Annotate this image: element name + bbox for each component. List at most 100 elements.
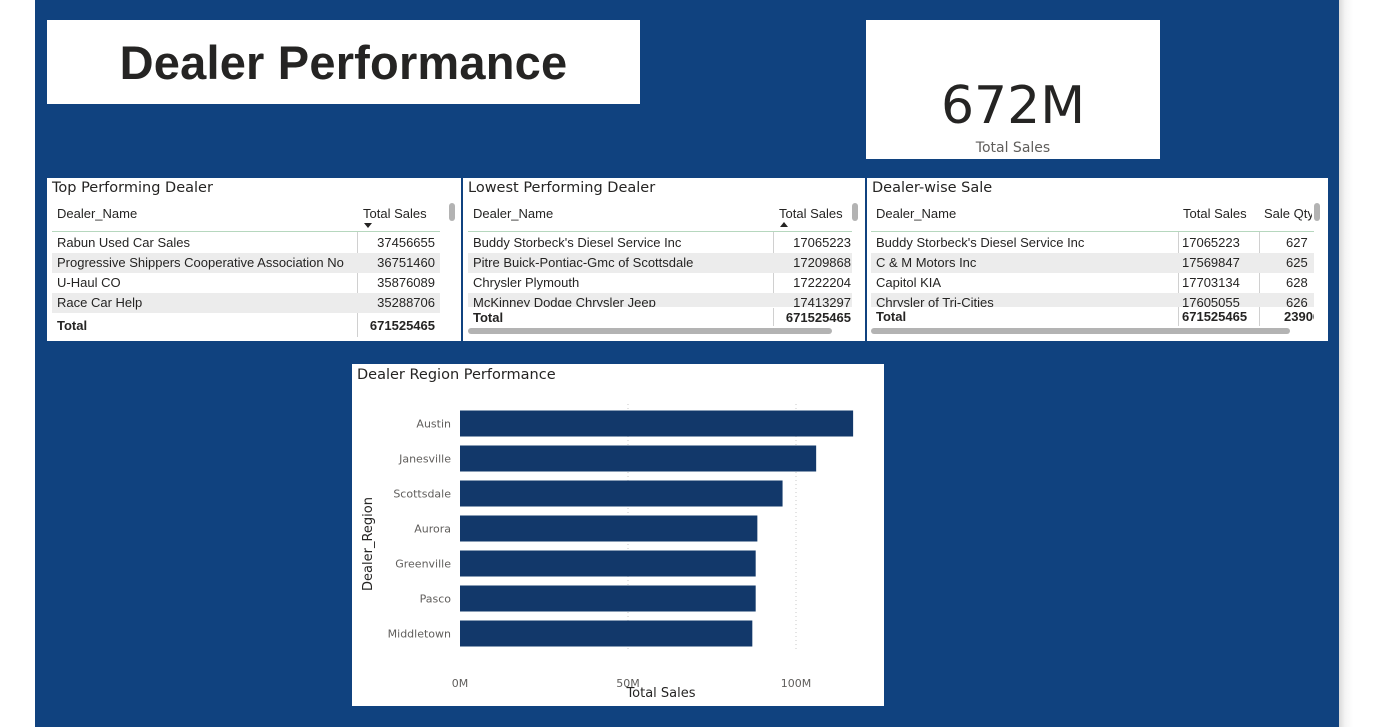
- table-body[interactable]: Buddy Storbeck's Diesel Service Inc 1706…: [871, 233, 1314, 307]
- horizontal-scrollbar[interactable]: [871, 328, 1290, 334]
- x-axis-title: Total Sales: [625, 686, 695, 701]
- bar-middletown[interactable]: [460, 620, 753, 647]
- bar-scottsdale[interactable]: [460, 480, 783, 507]
- total-sales-cell: 17413297: [793, 295, 851, 307]
- total-sales-cell: 17222204: [793, 275, 851, 290]
- page-title: Dealer Performance: [119, 35, 568, 89]
- bar-pasco[interactable]: [460, 585, 756, 612]
- sale-qty-cell: 627: [1286, 235, 1308, 250]
- table-row[interactable]: U-Haul CO 35876089: [52, 273, 440, 293]
- table-row[interactable]: Pitre Buick-Pontiac-Gmc of Scottsdale 17…: [468, 253, 852, 273]
- table-row[interactable]: Chrysler of Tri-Cities 17605055 626: [871, 293, 1314, 307]
- bar-janesville[interactable]: [460, 445, 817, 472]
- table-title: Dealer-wise Sale: [872, 180, 993, 196]
- lowest-performing-dealer-table[interactable]: Lowest Performing Dealer Dealer_Name Tot…: [463, 178, 865, 341]
- dealer-wise-sale-table[interactable]: Dealer-wise Sale Dealer_Name Total Sales…: [867, 178, 1328, 341]
- y-axis-title: Dealer_Region: [361, 497, 376, 591]
- table-row[interactable]: Chrysler Plymouth 17222204: [468, 273, 852, 293]
- total-label: Total: [473, 310, 504, 325]
- sort-ascending-icon[interactable]: [780, 222, 788, 227]
- table-title: Lowest Performing Dealer: [468, 180, 656, 196]
- dealer-name-cell: Capitol KIA: [876, 275, 942, 290]
- table-row[interactable]: C & M Motors Inc 17569847 625: [871, 253, 1314, 273]
- total-sales-cell: 17703134: [1182, 275, 1240, 290]
- kpi-value: 672M: [940, 76, 1086, 136]
- table-row[interactable]: Buddy Storbeck's Diesel Service Inc 1706…: [468, 233, 852, 253]
- y-tick-label: Janesville: [398, 453, 451, 466]
- table-body[interactable]: Buddy Storbeck's Diesel Service Inc 1706…: [468, 233, 852, 307]
- column-header-dealer-name[interactable]: Dealer_Name: [876, 206, 956, 221]
- dealer-name-cell: Progressive Shippers Cooperative Associa…: [57, 255, 344, 270]
- dealer-name-cell: Buddy Storbeck's Diesel Service Inc: [876, 235, 1085, 250]
- total-sales-cell: 36751460: [377, 255, 435, 270]
- header-rule: [52, 231, 440, 232]
- table-row[interactable]: Rabun Used Car Sales 37456655: [52, 233, 440, 253]
- total-sales-cell: 17065223: [793, 235, 851, 250]
- x-tick-label: 100M: [781, 677, 812, 690]
- table-row[interactable]: McKinney Dodge Chrysler Jeep 17413297: [468, 293, 852, 307]
- bar-austin[interactable]: [460, 410, 854, 437]
- sale-qty-cell: 625: [1286, 255, 1308, 270]
- column-header-total-sales[interactable]: Total Sales: [1183, 206, 1247, 221]
- column-header-sale-qty-clip: Sale Qty: [1264, 206, 1312, 224]
- dealer-region-performance-chart[interactable]: Dealer Region Performance 0M 50M 100M Austi…: [352, 364, 884, 706]
- table-row[interactable]: Race Car Help 35288706: [52, 293, 440, 313]
- header-rule: [871, 231, 1314, 232]
- top-performing-dealer-table[interactable]: Top Performing Dealer Dealer_Name Total …: [47, 178, 461, 341]
- table-row[interactable]: Capitol KIA 17703134 628: [871, 273, 1314, 293]
- y-tick-label: Middletown: [388, 628, 451, 641]
- total-sales-cell: 17605055: [1182, 295, 1240, 307]
- total-sales-cell: 17065223: [1182, 235, 1240, 250]
- total-sales-cell: 35288706: [377, 295, 435, 310]
- total-sale-qty: 23906: [1284, 309, 1314, 324]
- table-title: Top Performing Dealer: [52, 180, 213, 196]
- dealer-name-cell: Rabun Used Car Sales: [57, 235, 190, 250]
- sale-qty-cell: 628: [1286, 275, 1308, 290]
- total-label: Total: [876, 309, 907, 324]
- dealer-name-cell: Race Car Help: [57, 295, 143, 310]
- dealer-name-cell: Chrysler Plymouth: [473, 275, 580, 290]
- horizontal-scrollbar[interactable]: [468, 328, 832, 334]
- total-sales-cell: 35876089: [377, 275, 435, 290]
- dealer-name-cell: Buddy Storbeck's Diesel Service Inc: [473, 235, 682, 250]
- bar-chart-svg: 0M 50M 100MAustinJanesvilleScottsdaleAuror…: [361, 404, 854, 701]
- vertical-scrollbar[interactable]: [449, 203, 455, 221]
- y-tick-label: Pasco: [420, 593, 452, 606]
- column-header-sale-qty[interactable]: Sale Qty: [1264, 206, 1312, 221]
- y-tick-label: Greenville: [395, 558, 451, 571]
- total-sales-cell: 17209868: [793, 255, 851, 270]
- title-card[interactable]: Dealer Performance: [47, 20, 640, 104]
- table-row[interactable]: Buddy Storbeck's Diesel Service Inc 1706…: [871, 233, 1314, 253]
- column-header-dealer-name[interactable]: Dealer_Name: [473, 206, 553, 221]
- dealer-name-cell: McKinney Dodge Chrysler Jeep: [473, 295, 656, 307]
- total-sales-cell: 17569847: [1182, 255, 1240, 270]
- kpi-label: Total Sales: [975, 140, 1051, 156]
- total-value: 671525465: [1182, 309, 1248, 324]
- table-row[interactable]: Progressive Shippers Cooperative Associa…: [52, 253, 440, 273]
- vertical-scrollbar[interactable]: [1314, 203, 1320, 221]
- column-header-dealer-name[interactable]: Dealer_Name: [57, 206, 137, 221]
- x-tick-label: 0M: [452, 677, 469, 690]
- sort-descending-icon[interactable]: [364, 223, 372, 228]
- total-sales-cell: 37456655: [377, 235, 435, 250]
- canvas-edge-shadow: [1339, 0, 1373, 727]
- total-label: Total: [57, 318, 88, 333]
- dealer-name-cell: Chrysler of Tri-Cities: [876, 295, 994, 307]
- table-total-row: Total 671525465: [52, 316, 440, 336]
- y-tick-label: Scottsdale: [393, 488, 451, 501]
- vertical-scrollbar[interactable]: [852, 203, 858, 221]
- table-total-row: Total 671525465 23906: [871, 307, 1314, 327]
- column-header-total-sales[interactable]: Total Sales: [363, 206, 427, 221]
- total-value: 671525465: [369, 318, 435, 333]
- table-total-row: Total 671525465: [468, 307, 852, 327]
- dealer-name-cell: U-Haul CO: [57, 275, 121, 290]
- header-rule: [468, 231, 852, 232]
- bar-greenville[interactable]: [460, 550, 756, 577]
- sale-qty-cell: 626: [1286, 295, 1308, 307]
- kpi-card-total-sales[interactable]: 672M Total Sales: [866, 20, 1160, 159]
- total-value: 671525465: [785, 310, 851, 325]
- dealer-name-cell: C & M Motors Inc: [876, 255, 977, 270]
- bar-aurora[interactable]: [460, 515, 758, 542]
- y-tick-label: Aurora: [414, 523, 451, 536]
- column-header-total-sales[interactable]: Total Sales: [779, 206, 843, 221]
